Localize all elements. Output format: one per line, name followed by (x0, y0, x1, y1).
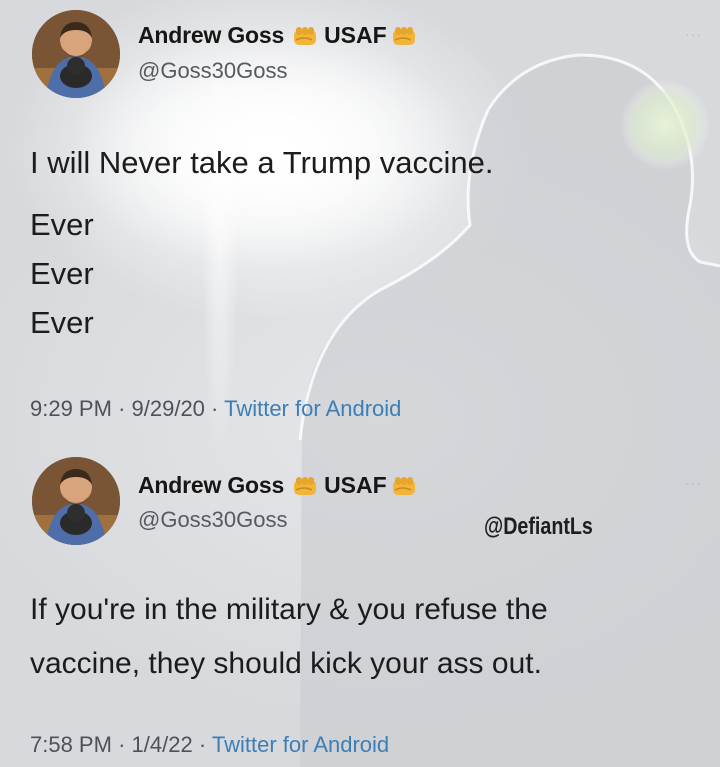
user-handle[interactable]: @Goss30Goss (138, 507, 288, 533)
user-name[interactable]: Andrew Goss (138, 22, 284, 49)
user-name[interactable]: Andrew Goss (138, 472, 284, 499)
tweet-meta: 7:58 PM · 1/4/22 · Twitter for Android (30, 732, 389, 758)
tweet-date[interactable]: 1/4/22 (132, 732, 193, 757)
tweet-card-1: Andrew Goss USAF @Goss30Goss ··· I will … (0, 0, 720, 440)
tweet-meta: 9:29 PM · 9/29/20 · Twitter for Android (30, 396, 401, 422)
separator-dot: · (118, 732, 132, 757)
tweet-time[interactable]: 7:58 PM (30, 732, 112, 757)
oncoming-fist-emoji-icon (392, 26, 415, 45)
avatar-photo-icon (32, 10, 120, 98)
user-name-row[interactable]: Andrew Goss USAF (138, 472, 423, 499)
user-badge-text: USAF (324, 472, 387, 498)
avatar-photo-icon (32, 457, 120, 545)
more-dots-icon[interactable]: ··· (685, 475, 702, 491)
separator-dot: · (118, 396, 132, 421)
oncoming-fist-emoji-icon (294, 476, 317, 495)
tweet-source-link[interactable]: Twitter for Android (224, 396, 401, 421)
tweet-text-line: Ever (30, 207, 94, 242)
tweet-text-line: vaccine, they should kick your ass out. (30, 647, 542, 680)
more-dots-icon[interactable]: ··· (685, 26, 702, 42)
watermark-text: @DefiantLs (484, 513, 593, 540)
tweet-text-line: I will Never take a Trump vaccine. (30, 145, 494, 180)
user-handle[interactable]: @Goss30Goss (138, 58, 288, 84)
avatar[interactable] (32, 457, 120, 545)
tweet-text-line: If you're in the military & you refuse t… (30, 593, 548, 626)
user-name-row[interactable]: Andrew Goss USAF (138, 22, 423, 49)
tweet-text-line: Ever (30, 256, 94, 291)
avatar[interactable] (32, 10, 120, 98)
tweet-source-link[interactable]: Twitter for Android (212, 732, 389, 757)
tweet-date[interactable]: 9/29/20 (132, 396, 205, 421)
oncoming-fist-emoji-icon (294, 26, 317, 45)
tweet-time[interactable]: 9:29 PM (30, 396, 112, 421)
separator-dot: · (211, 396, 225, 421)
separator-dot: · (198, 732, 212, 757)
tweet-card-2: Andrew Goss USAF @Goss30Goss ··· @Defian… (0, 445, 720, 767)
user-badge-text: USAF (324, 22, 387, 48)
tweet-text-line: Ever (30, 305, 94, 340)
oncoming-fist-emoji-icon (392, 476, 415, 495)
